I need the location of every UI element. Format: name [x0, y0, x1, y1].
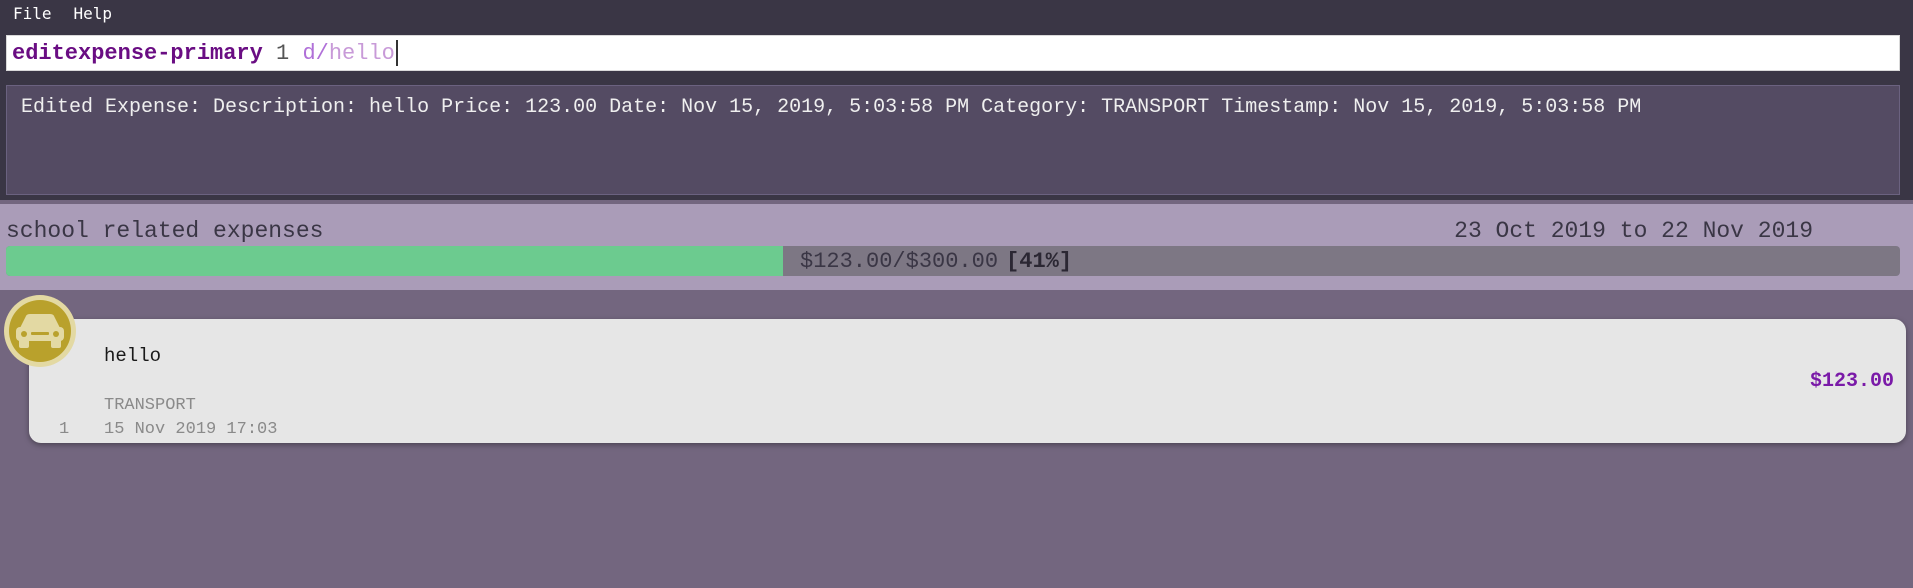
command-prefix: d/ [302, 40, 329, 66]
command-index: 1 [276, 40, 290, 66]
budget-panel: school related expenses 23 Oct 2019 to 2… [0, 204, 1913, 290]
budget-name: school related expenses [6, 218, 324, 244]
budget-progress-label: $123.00/$300.00 [41%] [800, 246, 1072, 276]
text-caret [395, 40, 398, 66]
command-argument: hello [328, 40, 395, 66]
result-message: Edited Expense: Description: hello Price… [21, 96, 1642, 119]
menu-file[interactable]: File [13, 4, 52, 23]
budget-progress-bar: $123.00/$300.00 [41%] [6, 246, 1900, 276]
expense-category: TRANSPORT [104, 396, 196, 415]
command-word: editexpense-primary [12, 40, 263, 66]
expense-index: 1 [59, 420, 70, 439]
car-icon [4, 295, 76, 367]
budget-period: 23 Oct 2019 to 22 Nov 2019 [1454, 218, 1813, 244]
budget-percent: [41%] [1006, 248, 1073, 274]
expense-description: hello [104, 345, 162, 367]
menu-bar: File Help [0, 0, 1913, 27]
command-box-panel: editexpense-primary 1 d/hello [0, 27, 1913, 77]
expense-date: 15 Nov 2019 17:03 [104, 420, 278, 439]
result-display[interactable]: Edited Expense: Description: hello Price… [6, 85, 1900, 195]
budget-progress-fill [6, 246, 783, 276]
result-display-panel: Edited Expense: Description: hello Price… [0, 77, 1913, 200]
expense-price: $123.00 [1809, 370, 1894, 393]
command-input[interactable]: editexpense-primary 1 d/hello [6, 35, 1900, 71]
budget-amount: $123.00/$300.00 [800, 248, 999, 274]
expense-card[interactable]: hello TRANSPORT 1 15 Nov 2019 17:03 $123… [29, 319, 1906, 443]
menu-help[interactable]: Help [74, 4, 113, 23]
